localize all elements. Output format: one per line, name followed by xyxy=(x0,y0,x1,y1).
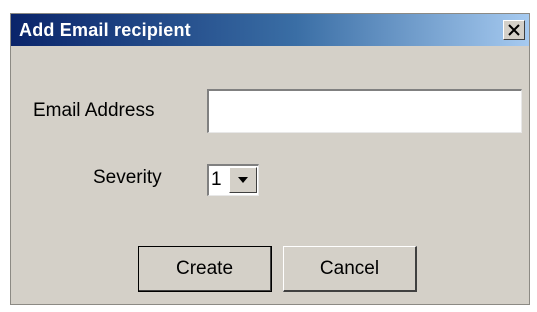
severity-select[interactable]: 1 xyxy=(207,164,259,196)
add-email-recipient-dialog: Add Email recipient Email Address Severi… xyxy=(10,13,530,305)
create-button[interactable]: Create xyxy=(138,246,272,292)
dialog-title: Add Email recipient xyxy=(19,20,191,40)
email-address-input[interactable] xyxy=(207,89,522,133)
close-x-icon xyxy=(508,24,520,36)
severity-dropdown-button[interactable] xyxy=(229,167,257,193)
chevron-down-icon xyxy=(238,177,248,183)
close-button[interactable] xyxy=(503,20,525,40)
severity-selected-value: 1 xyxy=(211,169,222,190)
dialog-titlebar: Add Email recipient xyxy=(11,14,529,46)
severity-label: Severity xyxy=(93,167,162,188)
email-address-label: Email Address xyxy=(33,100,155,121)
cancel-button[interactable]: Cancel xyxy=(283,246,417,292)
